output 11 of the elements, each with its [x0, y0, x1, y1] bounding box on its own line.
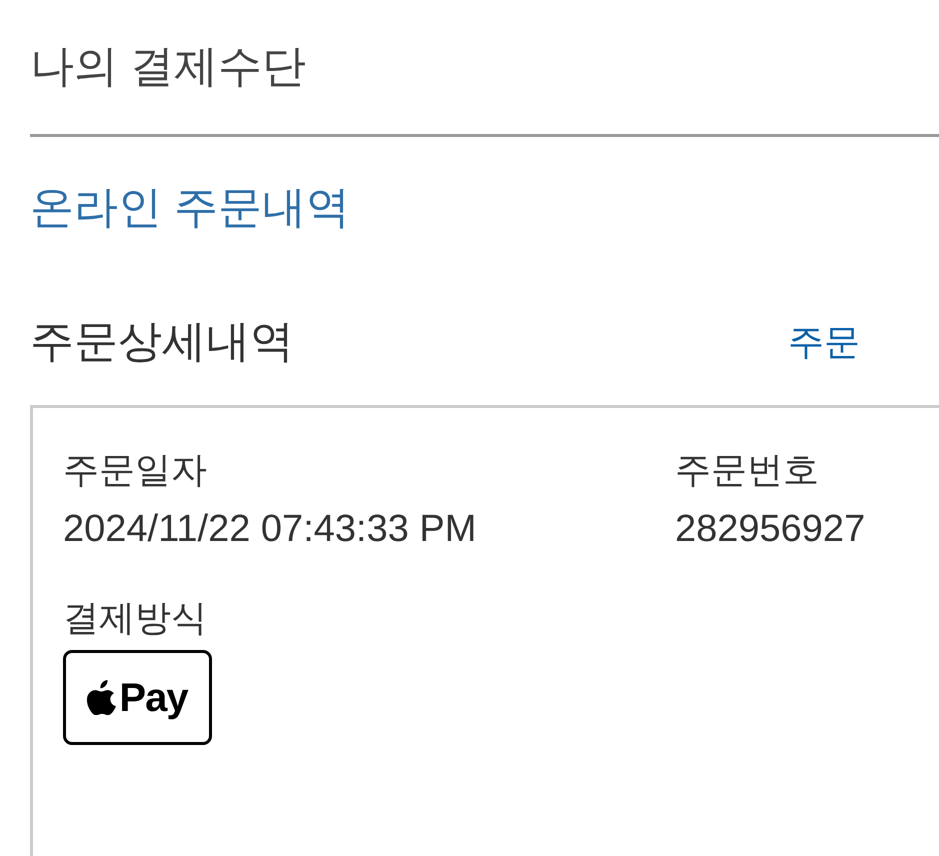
field-label: 주문번호: [675, 452, 820, 488]
field-value: 2024/11/22 07:43:33 PM: [63, 510, 478, 548]
field-label: 주문일자: [63, 452, 208, 488]
apple-icon: [87, 680, 118, 715]
payment-method-text: Pay: [119, 678, 188, 718]
field-label: 결제방식: [63, 600, 207, 636]
order-history-link[interactable]: 온라인 주문내역: [30, 186, 350, 230]
section-title: 주문상세내역: [30, 320, 294, 364]
order-list-link[interactable]: 주문: [788, 324, 860, 360]
page-title: 나의 결제수단: [30, 45, 306, 89]
field-value: 282956927: [675, 510, 866, 548]
